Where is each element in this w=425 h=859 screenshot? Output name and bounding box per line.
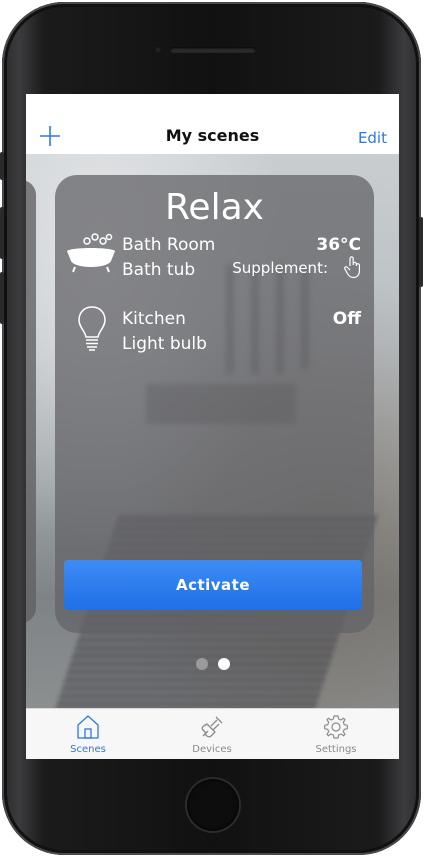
device-row-bath-tub[interactable]: Bath Room Bath tub 36°C Supplement: (55, 233, 374, 295)
previous-scene-card[interactable] (26, 180, 36, 623)
navigation-bar: My scenes Edit (26, 94, 399, 155)
tab-label: Scenes (70, 744, 106, 755)
app-screen: My scenes Edit Relax Bath Room Bath tub … (26, 94, 399, 759)
tab-label: Devices (192, 744, 232, 755)
page-dot-active[interactable] (217, 658, 230, 670)
pointer-hand-icon[interactable] (344, 255, 362, 279)
page-indicator (26, 658, 399, 670)
gear-icon (324, 715, 348, 739)
home-button[interactable] (187, 779, 239, 831)
device-name: Bath tub (122, 260, 196, 280)
plug-icon (201, 716, 223, 738)
tab-scenes[interactable]: Scenes (26, 709, 150, 759)
page-title: My scenes (165, 126, 260, 145)
mute-switch (0, 152, 4, 180)
scene-title: Relax (165, 187, 264, 228)
earpiece-speaker (170, 47, 256, 53)
device-value: 36°C (316, 235, 361, 255)
scene-card[interactable]: Relax Bath Room Bath tub 36°C Supplement… (55, 175, 374, 633)
home-icon (77, 715, 99, 739)
light-bulb-icon (78, 306, 106, 351)
device-room: Kitchen (122, 309, 186, 329)
device-name: Light bulb (122, 334, 207, 354)
volume-down-button (0, 272, 4, 324)
tab-label: Settings (315, 744, 357, 755)
tab-settings[interactable]: Settings (274, 709, 398, 759)
bathtub-icon (67, 233, 115, 273)
activate-button[interactable]: Activate (64, 560, 362, 610)
power-button (419, 217, 423, 287)
volume-up-button (0, 207, 4, 259)
supplement-label: Supplement: (232, 259, 328, 277)
edit-button[interactable]: Edit (358, 129, 387, 147)
device-row-light-bulb[interactable]: Kitchen Light bulb Off (55, 306, 374, 369)
page-dot[interactable] (195, 658, 208, 670)
device-room: Bath Room (122, 235, 216, 255)
front-camera (154, 46, 162, 54)
tab-devices[interactable]: Devices (150, 709, 274, 759)
device-value: Off (332, 309, 361, 329)
tab-bar: Scenes Devices Settings (26, 708, 399, 759)
